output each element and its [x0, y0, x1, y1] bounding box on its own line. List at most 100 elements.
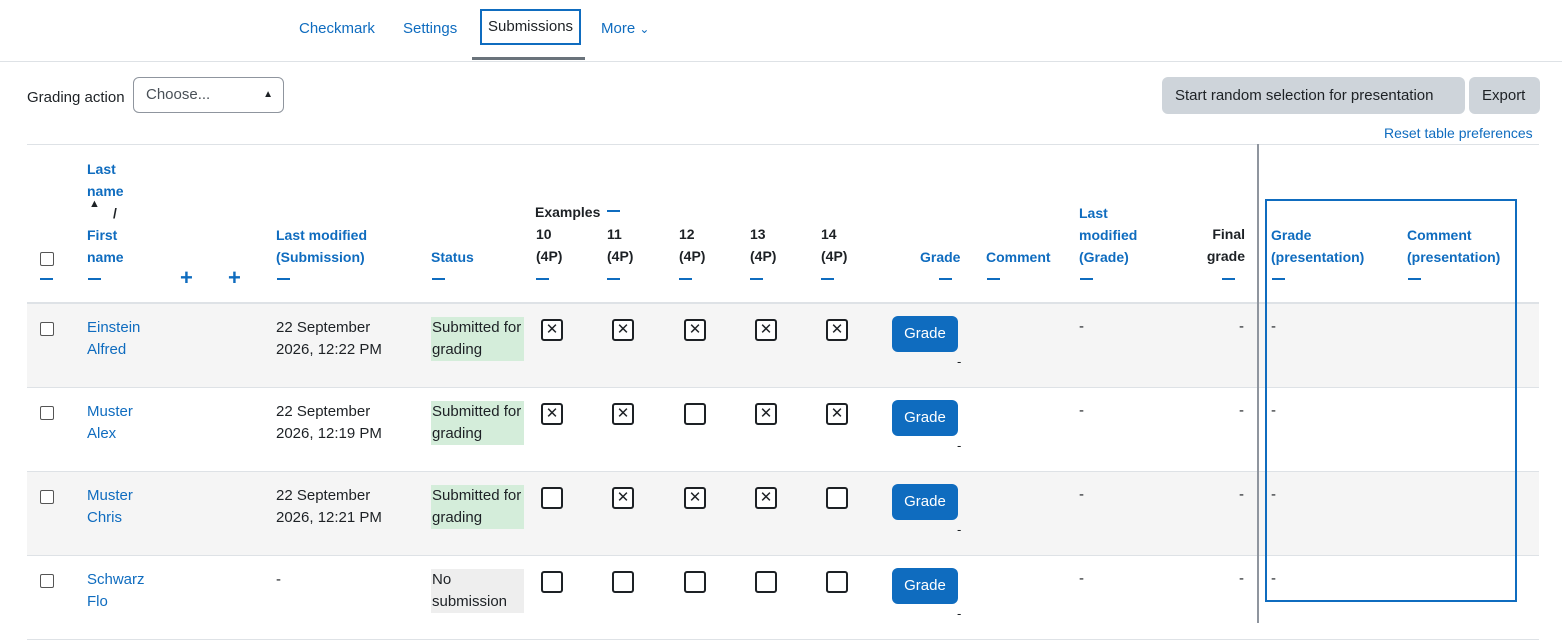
status-line2: grading	[432, 425, 483, 442]
last-modified-grade-value: -	[1079, 486, 1084, 503]
grade-button[interactable]: Grade	[892, 484, 958, 520]
collapse-column-icon[interactable]	[536, 278, 549, 280]
header-status[interactable]: Status	[431, 246, 474, 268]
collapse-column-icon[interactable]	[987, 278, 1000, 280]
grading-action-select[interactable]: Choose... ▲	[133, 77, 284, 113]
submission-date-line2: 2026, 12:19 PM	[276, 425, 382, 442]
checked-example-icon: ✕	[755, 487, 777, 509]
checked-example-icon: ✕	[612, 487, 634, 509]
example-num: 13	[750, 226, 766, 242]
example-num: 10	[536, 226, 552, 242]
collapse-column-icon[interactable]	[40, 278, 53, 280]
collapse-column-icon[interactable]	[821, 278, 834, 280]
checked-example-icon: ✕	[684, 319, 706, 341]
grade-value: -	[957, 606, 962, 621]
checked-example-icon: ✕	[826, 403, 848, 425]
collapse-column-icon[interactable]	[939, 278, 952, 280]
checked-example-icon: ✕	[684, 487, 706, 509]
checked-example-icon: ✕	[541, 403, 563, 425]
grade-button[interactable]: Grade	[892, 400, 958, 436]
student-name-link[interactable]: Muster Chris	[87, 485, 133, 529]
expand-column-icon[interactable]: +	[228, 267, 241, 289]
status-line2: submission	[432, 593, 508, 610]
checked-example-icon: ✕	[755, 403, 777, 425]
header-comment[interactable]: Comment	[986, 246, 1051, 268]
collapse-column-icon[interactable]	[432, 278, 445, 280]
header-examples: Examples	[535, 204, 601, 220]
student-first-name: Alex	[87, 425, 117, 442]
collapse-column-icon[interactable]	[277, 278, 290, 280]
last-modified-grade-value: -	[1079, 570, 1084, 587]
student-last-name: Muster	[87, 487, 133, 504]
collapse-column-icon[interactable]	[750, 278, 763, 280]
header-last-modified-submission[interactable]: Last modified (Submission)	[276, 224, 367, 268]
student-last-name: Einstein	[87, 319, 141, 336]
tab-more-label: More	[601, 20, 636, 37]
collapse-column-icon[interactable]	[1080, 278, 1093, 280]
status-line1: Submitted for	[432, 403, 522, 420]
header-lms-line2: (Submission)	[276, 249, 365, 265]
example-num: 11	[607, 226, 622, 242]
export-button[interactable]: Export	[1469, 77, 1540, 114]
status-badge: Submitted for grading	[431, 401, 524, 445]
submission-date: -	[276, 569, 281, 591]
collapse-column-icon[interactable]	[1222, 278, 1235, 280]
header-last-name-line1: Last	[87, 161, 116, 177]
grading-action-label: Grading action	[27, 89, 125, 106]
status-line1: Submitted for	[432, 487, 522, 504]
row-select-checkbox[interactable]	[40, 574, 54, 588]
example-pts: (4P)	[536, 248, 563, 264]
header-first-name[interactable]: First name	[87, 224, 124, 268]
collapse-column-icon[interactable]	[88, 278, 101, 280]
header-grade[interactable]: Grade	[920, 246, 960, 268]
row-select-checkbox[interactable]	[40, 406, 54, 420]
collapse-column-icon[interactable]	[679, 278, 692, 280]
header-last-name[interactable]: Last name	[87, 158, 124, 202]
grade-button[interactable]: Grade	[892, 316, 958, 352]
header-last-modified-grade[interactable]: Last modified (Grade)	[1079, 202, 1137, 268]
tab-submissions[interactable]: Submissions	[480, 9, 582, 45]
row-select-checkbox[interactable]	[40, 322, 54, 336]
submission-date-line1: 22 September	[276, 487, 371, 504]
checked-example-icon: ✕	[826, 319, 848, 341]
header-first-name-line2: name	[87, 249, 124, 265]
submission-date-line1: 22 September	[276, 403, 371, 420]
final-grade-value: -	[1239, 402, 1244, 419]
row-select-checkbox[interactable]	[40, 490, 54, 504]
collapse-examples-icon[interactable]	[607, 210, 620, 212]
header-lmg-line3: (Grade)	[1079, 249, 1129, 265]
select-arrows-icon: ▲	[263, 89, 273, 100]
unchecked-example-icon	[684, 403, 706, 425]
start-random-selection-button[interactable]: Start random selection for presentation	[1162, 77, 1465, 114]
last-modified-grade-value: -	[1079, 318, 1084, 335]
submission-date-line2: 2026, 12:22 PM	[276, 341, 382, 358]
submission-date-line2: 2026, 12:21 PM	[276, 509, 382, 526]
grade-value: -	[957, 522, 962, 537]
secondary-navigation: Checkmark Settings Submissions More ⌄	[0, 0, 1562, 62]
reset-table-preferences-link[interactable]: Reset table preferences	[1384, 125, 1533, 141]
select-all-checkbox[interactable]	[40, 252, 54, 266]
table-top-border	[27, 144, 1539, 145]
collapse-column-icon[interactable]	[607, 278, 620, 280]
unchecked-example-icon	[541, 487, 563, 509]
student-first-name: Flo	[87, 593, 108, 610]
expand-column-icon[interactable]: +	[180, 267, 193, 289]
student-name-link[interactable]: Einstein Alfred	[87, 317, 140, 361]
chevron-down-icon: ⌄	[639, 22, 650, 36]
unchecked-example-icon	[755, 571, 777, 593]
tab-more[interactable]: More ⌄	[601, 20, 649, 37]
grade-button[interactable]: Grade	[892, 568, 958, 604]
tab-settings[interactable]: Settings	[403, 20, 457, 37]
student-name-link[interactable]: Muster Alex	[87, 401, 133, 445]
status-line1: Submitted for	[432, 319, 522, 336]
example-num: 12	[679, 226, 695, 242]
header-example-11: 11 (4P)	[607, 223, 633, 267]
submission-date: 22 September 2026, 12:22 PM	[276, 317, 382, 361]
tab-checkmark[interactable]: Checkmark	[299, 20, 375, 37]
grading-action-value: Choose...	[146, 86, 211, 103]
student-name-link[interactable]: Schwarz Flo	[87, 569, 145, 613]
student-first-name: Chris	[87, 509, 123, 526]
grade-value: -	[957, 438, 962, 453]
checked-example-icon: ✕	[541, 319, 563, 341]
status-line1: No	[432, 571, 452, 588]
